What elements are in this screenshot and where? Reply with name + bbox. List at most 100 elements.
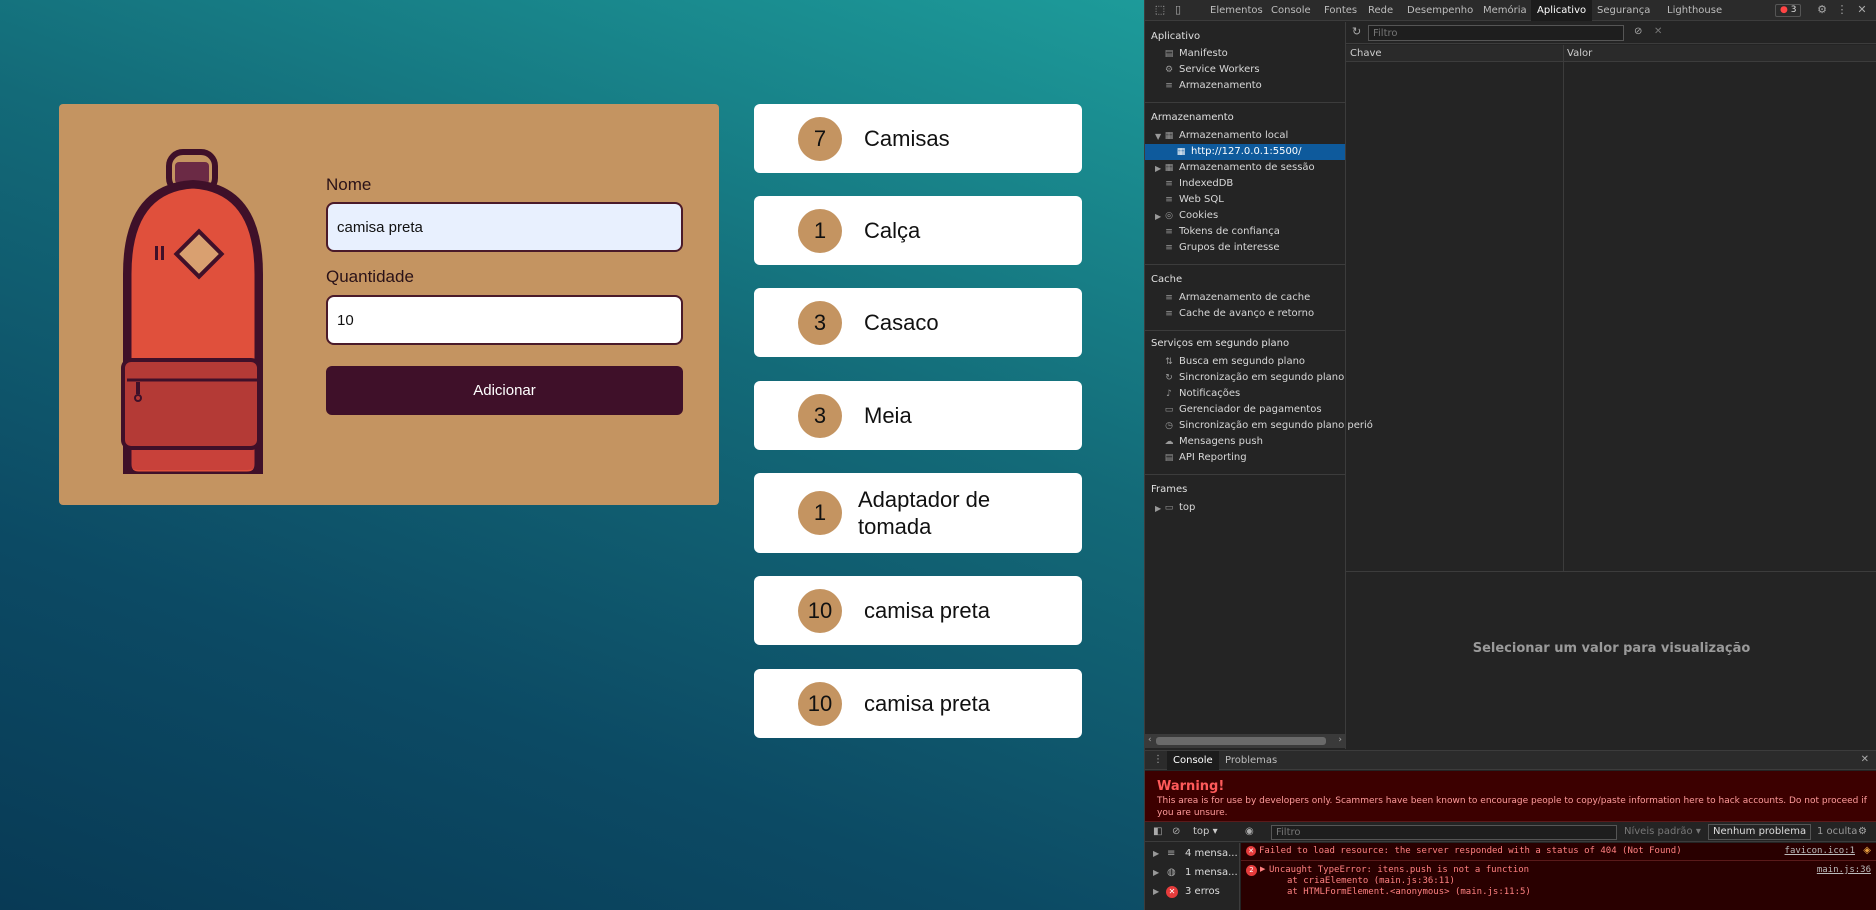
card-icon: ▭ xyxy=(1164,405,1174,415)
group-user-messages[interactable]: 1 mensa... xyxy=(1185,867,1238,878)
tab-desempenho[interactable]: Desempenho xyxy=(1407,0,1473,21)
drawer-tab-console[interactable]: Console xyxy=(1167,751,1219,770)
divider xyxy=(1145,264,1346,265)
column-key[interactable]: Chave xyxy=(1350,48,1382,59)
sidebar-item-notifications[interactable]: Notificações xyxy=(1179,388,1240,399)
device-toggle-icon[interactable]: ▯ xyxy=(1171,3,1185,17)
section-background-services: Serviços em segundo plano xyxy=(1151,338,1290,349)
stack-frame[interactable]: at HTMLFormElement.<anonymous> (main.js:… xyxy=(1287,887,1531,897)
clear-all-icon[interactable]: ⊘ xyxy=(1634,26,1642,37)
tab-seguranca[interactable]: Segurança xyxy=(1597,0,1650,21)
tab-lighthouse[interactable]: Lighthouse xyxy=(1667,0,1722,21)
sidebar-item-service-workers[interactable]: Service Workers xyxy=(1179,64,1260,75)
collapse-arrow-icon[interactable]: ▶ xyxy=(1155,212,1161,221)
sidebar-item-manifesto[interactable]: Manifesto xyxy=(1179,48,1228,59)
quantidade-label: Quantidade xyxy=(326,267,414,286)
error-icon: ✕ xyxy=(1246,846,1256,856)
column-value[interactable]: Valor xyxy=(1567,48,1592,59)
expand-arrow-icon[interactable]: ▶ xyxy=(1153,887,1159,896)
section-aplicativo: Aplicativo xyxy=(1151,31,1201,42)
sidebar-item-armazenamento[interactable]: Armazenamento xyxy=(1179,80,1262,91)
horizontal-scrollbar[interactable]: ‹ › xyxy=(1145,734,1345,748)
item-name: Adaptador de tomada xyxy=(858,487,991,539)
scroll-right-icon[interactable]: › xyxy=(1338,735,1342,745)
grid-icon: ▦ xyxy=(1164,131,1174,141)
filter-input[interactable] xyxy=(1368,25,1624,41)
sidebar-item-session-storage[interactable]: Armazenamento de sessão xyxy=(1179,162,1315,173)
sidebar-item-push[interactable]: Mensagens push xyxy=(1179,436,1263,447)
cloud-icon: ☁ xyxy=(1164,437,1174,447)
drawer-tab-problemas[interactable]: Problemas xyxy=(1225,751,1277,770)
fetch-arrows-icon: ⇅ xyxy=(1165,357,1173,367)
sidebar-item-websql[interactable]: Web SQL xyxy=(1179,194,1224,205)
tab-aplicativo[interactable]: Aplicativo xyxy=(1531,0,1593,21)
sync-icon: ↻ xyxy=(1165,373,1173,383)
storage-toolbar: ↻ ⊘ ✕ xyxy=(1346,22,1876,44)
sidebar-item-periodic-sync[interactable]: Sincronização em segundo plano perió xyxy=(1179,420,1373,431)
clear-console-icon[interactable]: ⊘ xyxy=(1172,826,1180,837)
close-icon[interactable]: ✕ xyxy=(1855,3,1869,17)
message-source-link[interactable]: main.js:36 xyxy=(1817,865,1871,875)
expand-arrow-icon[interactable]: ▶ xyxy=(1153,868,1159,877)
expand-arrow-icon[interactable]: ▶ xyxy=(1153,849,1159,858)
item-name: camisa preta xyxy=(864,691,990,716)
tab-elementos[interactable]: Elementos xyxy=(1210,0,1263,21)
stack-frame[interactable]: at criaElemento (main.js:36:11) xyxy=(1287,876,1455,886)
network-issue-icon[interactable]: ◈ xyxy=(1863,845,1871,856)
message-source-link[interactable]: favicon.ico:1 xyxy=(1785,846,1855,856)
item-name: Casaco xyxy=(864,310,939,335)
collapse-arrow-icon[interactable]: ▶ xyxy=(1155,164,1161,173)
tab-fontes[interactable]: Fontes xyxy=(1324,0,1357,21)
error-count-badge[interactable]: ● 3 xyxy=(1775,4,1802,17)
devtools-tab-bar: ⬚ ▯ Elementos Console Fontes Rede Desemp… xyxy=(1145,0,1876,21)
inspect-icon[interactable]: ⬚ xyxy=(1153,3,1167,17)
item-name: camisa preta xyxy=(864,598,990,623)
levels-select[interactable]: Níveis padrão ▾ xyxy=(1624,826,1701,837)
nome-input[interactable] xyxy=(326,202,683,252)
eye-icon[interactable]: ◉ xyxy=(1245,826,1254,837)
divider xyxy=(1145,474,1346,475)
tab-console[interactable]: Console xyxy=(1271,0,1311,21)
sidebar-item-cache-storage[interactable]: Armazenamento de cache xyxy=(1179,292,1310,303)
sidebar-item-indexeddb[interactable]: IndexedDB xyxy=(1179,178,1233,189)
sidebar-item-bg-fetch[interactable]: Busca em segundo plano xyxy=(1179,356,1305,367)
expand-arrow-icon[interactable]: ▼ xyxy=(1155,132,1161,141)
group-messages[interactable]: 4 mensa... xyxy=(1185,848,1238,859)
sidebar-item-cookies[interactable]: Cookies xyxy=(1179,210,1218,221)
close-drawer-icon[interactable]: ✕ xyxy=(1861,754,1869,765)
context-select[interactable]: top ▾ xyxy=(1193,826,1218,837)
adicionar-button[interactable]: Adicionar xyxy=(326,366,683,415)
tab-memoria[interactable]: Memória xyxy=(1483,0,1527,21)
nome-label: Nome xyxy=(326,175,372,194)
settings-gear-icon[interactable]: ⚙ xyxy=(1815,3,1829,17)
sidebar-item-interest-groups[interactable]: Grupos de interesse xyxy=(1179,242,1280,253)
quantidade-input[interactable] xyxy=(326,295,683,345)
collapse-arrow-icon[interactable]: ▶ xyxy=(1155,504,1161,513)
more-options-icon[interactable]: ⋮ xyxy=(1835,3,1849,17)
scroll-left-icon[interactable]: ‹ xyxy=(1148,735,1152,745)
sidebar-item-bg-sync[interactable]: Sincronização em segundo plano xyxy=(1179,372,1344,383)
issues-button[interactable]: Nenhum problema xyxy=(1708,824,1812,840)
group-errors[interactable]: 3 erros xyxy=(1185,886,1220,897)
sidebar-toggle-icon[interactable]: ◧ xyxy=(1153,826,1162,837)
refresh-icon[interactable]: ↻ xyxy=(1352,25,1361,38)
sidebar-item-trust-tokens[interactable]: Tokens de confiança xyxy=(1179,226,1280,237)
console-drawer: ⋮ Console Problemas ✕ Warning! This area… xyxy=(1145,750,1876,910)
tab-rede[interactable]: Rede xyxy=(1368,0,1393,21)
sidebar-item-reporting-api[interactable]: API Reporting xyxy=(1179,452,1247,463)
console-filter-input[interactable] xyxy=(1271,825,1617,840)
sidebar-item-bfcache[interactable]: Cache de avanço e retorno xyxy=(1179,308,1314,319)
scrollbar-thumb[interactable] xyxy=(1156,737,1326,745)
quantity-badge: 10 xyxy=(798,588,842,633)
delete-selected-icon[interactable]: ✕ xyxy=(1654,26,1662,37)
drawer-menu-icon[interactable]: ⋮ xyxy=(1153,754,1163,765)
sidebar-item-top-frame[interactable]: top xyxy=(1179,502,1195,513)
sidebar-item-payments[interactable]: Gerenciador de pagamentos xyxy=(1179,404,1322,415)
sidebar-item-local-storage[interactable]: Armazenamento local xyxy=(1179,130,1288,141)
quantity-badge: 7 xyxy=(798,116,842,161)
expand-arrow-icon[interactable]: ▶ xyxy=(1260,865,1265,873)
file-icon: ▤ xyxy=(1164,453,1174,463)
database-icon: ≡ xyxy=(1165,243,1173,253)
sidebar-item-local-origin[interactable]: http://127.0.0.1:5500/ xyxy=(1191,146,1302,157)
console-settings-gear-icon[interactable]: ⚙ xyxy=(1858,826,1867,837)
